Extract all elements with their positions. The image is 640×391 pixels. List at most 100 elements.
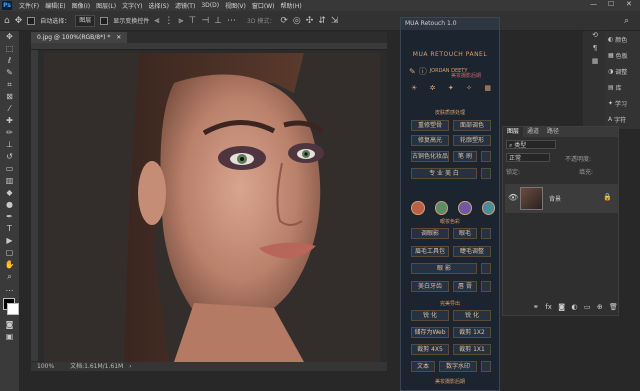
panel-libraries[interactable]: ▤ 库	[605, 79, 640, 95]
align-center-icon[interactable]: ⋮	[164, 16, 173, 26]
plugin-button[interactable]: 锐 化	[453, 310, 491, 321]
swatch-teal[interactable]	[481, 201, 495, 215]
document-size[interactable]: 文档:1.61M/1.61M	[70, 363, 123, 370]
brush-tool-icon[interactable]: ✏	[0, 127, 19, 139]
menu-filter[interactable]: 滤镜(T)	[172, 1, 198, 10]
plugin-button[interactable]: 修复高光	[411, 135, 449, 146]
blur-tool-icon[interactable]: ◆	[0, 187, 19, 199]
panel-color[interactable]: ◐ 颜色	[605, 31, 640, 47]
history-icon[interactable]: ⟲	[583, 31, 607, 44]
swatch-green[interactable]	[434, 201, 448, 215]
pen-tool-icon[interactable]: ✒	[0, 211, 19, 223]
menu-file[interactable]: 文件(F)	[16, 1, 42, 10]
star-icon[interactable]: ✦	[448, 84, 454, 92]
minimize-icon[interactable]: —	[590, 0, 597, 8]
plugin-button[interactable]: 轮廓塑形	[453, 135, 491, 146]
tab-layers[interactable]: 图层	[503, 127, 524, 137]
3d-slide-icon[interactable]: ⇵	[318, 16, 326, 26]
move-tool-icon[interactable]: ✥	[15, 16, 23, 26]
plugin-button[interactable]: 笔 刷	[453, 151, 477, 162]
zoom-level[interactable]: 100%	[37, 363, 54, 370]
align-bottom-icon[interactable]: ⊥	[214, 16, 222, 26]
path-select-icon[interactable]: ▶	[0, 235, 19, 247]
plugin-button[interactable]: 数字水印	[439, 361, 477, 372]
menu-edit[interactable]: 编辑(E)	[42, 1, 68, 10]
move-tool-icon[interactable]: ✥	[0, 31, 19, 43]
mask-icon[interactable]: ◙	[558, 303, 565, 311]
blend-mode-dropdown[interactable]: 正常	[506, 153, 550, 162]
menu-type[interactable]: 文字(Y)	[119, 1, 145, 10]
3d-roll-icon[interactable]: ◎	[293, 16, 301, 26]
link-icon[interactable]: ⚭	[533, 303, 539, 311]
swatch-icon[interactable]: ▦	[583, 57, 607, 70]
menu-3d[interactable]: 3D(D)	[198, 2, 222, 9]
frame-tool-icon[interactable]: ⊠	[0, 91, 19, 103]
plugin-button[interactable]: 眉毛工具包	[411, 246, 449, 257]
panel-learn[interactable]: ✦ 学习	[605, 95, 640, 111]
3d-rotate-icon[interactable]: ⟳	[280, 16, 288, 26]
eye-icon[interactable]: 👁	[508, 193, 518, 202]
quick-mask-icon[interactable]: ◙	[0, 319, 19, 331]
show-transform-checkbox[interactable]	[100, 16, 109, 25]
gradient-tool-icon[interactable]: ▥	[0, 175, 19, 187]
align-left-icon[interactable]: ⫷	[154, 16, 159, 26]
distribute-icon[interactable]: ⋯	[227, 16, 236, 26]
swatch-purple[interactable]	[458, 201, 472, 215]
sun-icon[interactable]: ☀	[411, 84, 417, 92]
status-chevron-icon[interactable]: ›	[129, 363, 131, 370]
plugin-small-button[interactable]	[481, 168, 491, 179]
fx-icon[interactable]: fx	[545, 303, 552, 311]
quick-select-tool-icon[interactable]: ✎	[0, 67, 19, 79]
auto-select-dropdown[interactable]: 图层	[75, 14, 96, 27]
3d-pan-icon[interactable]: ✣	[306, 16, 314, 26]
clone-stamp-icon[interactable]: ⊥	[0, 139, 19, 151]
plugin-button[interactable]: 面部调色	[453, 120, 491, 131]
close-icon[interactable]: ✕	[116, 34, 121, 41]
plugin-button[interactable]: 睫毛调整	[453, 246, 491, 257]
tab-paths[interactable]: 路径	[543, 127, 563, 137]
home-icon[interactable]: ⌂	[4, 16, 10, 26]
adjustment-layer-icon[interactable]: ◐	[571, 303, 577, 311]
plugin-button[interactable]: 美白牙齿	[411, 281, 449, 292]
plugin-button[interactable]: 锐 化	[411, 310, 449, 321]
lasso-tool-icon[interactable]: ℓ	[0, 55, 19, 67]
group-icon[interactable]: ▭	[584, 303, 591, 311]
screen-mode-icon[interactable]: ▣	[0, 331, 19, 343]
hand-tool-icon[interactable]: ✋	[0, 259, 19, 271]
edit-icon[interactable]: ✎	[409, 67, 416, 76]
plugin-button[interactable]: 储存为Web	[411, 327, 449, 338]
eyedropper-tool-icon[interactable]: ⁄	[0, 103, 19, 115]
plugin-button[interactable]: 古铜色化妆品	[411, 151, 449, 162]
plugin-button[interactable]: 眼毛	[453, 228, 477, 239]
panel-adjustments[interactable]: ◑ 调整	[605, 63, 640, 79]
layer-row[interactable]: 👁 背景 🔒	[505, 184, 618, 213]
3d-scale-icon[interactable]: ⇲	[331, 16, 339, 26]
plugin-button[interactable]: 唇 膏	[453, 281, 477, 292]
plugin-button[interactable]: 裁剪 1X2	[453, 327, 491, 338]
grid-icon[interactable]: ▦	[484, 84, 491, 92]
menu-window[interactable]: 窗口(W)	[249, 1, 278, 10]
marquee-tool-icon[interactable]: ⬚	[0, 43, 19, 55]
document-tab[interactable]: 0.jpg @ 100%(RGB/8*) * ✕	[31, 32, 128, 43]
background-color[interactable]	[7, 303, 19, 315]
swatch-red[interactable]	[411, 201, 425, 215]
menu-select[interactable]: 选择(S)	[145, 1, 172, 10]
history-brush-icon[interactable]: ↺	[0, 151, 19, 163]
menu-view[interactable]: 视图(V)	[222, 1, 249, 10]
maximize-icon[interactable]: ☐	[608, 0, 614, 8]
menu-layer[interactable]: 图层(L)	[93, 1, 119, 10]
plugin-button[interactable]: 专 业 美 白	[411, 168, 477, 179]
plugin-button[interactable]: 眼 影	[411, 263, 477, 274]
layer-filter-dropdown[interactable]: ⌕ 类型	[506, 140, 556, 149]
plugin-small-button[interactable]	[481, 263, 491, 274]
wand-icon[interactable]: ✧	[466, 84, 472, 92]
plugin-button[interactable]: 裁剪 4X5	[411, 344, 449, 355]
color-swatches[interactable]	[0, 295, 19, 319]
more-tools-icon[interactable]: …	[0, 283, 19, 295]
plugin-small-button[interactable]	[481, 361, 491, 372]
search-icon[interactable]: ⌕	[624, 16, 629, 26]
plugin-small-button[interactable]	[481, 228, 491, 239]
plugin-button[interactable]: 裁剪 1X1	[453, 344, 491, 355]
zoom-tool-icon[interactable]: ⌕	[0, 271, 19, 283]
eraser-tool-icon[interactable]: ▭	[0, 163, 19, 175]
